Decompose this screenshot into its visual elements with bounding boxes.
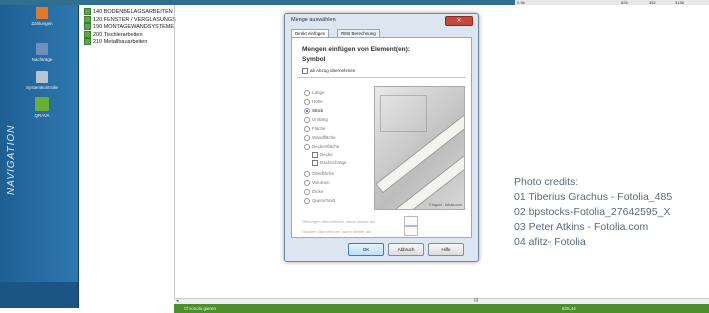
option-ceiling[interactable]: Decke [304, 152, 333, 158]
niches-threshold-input[interactable] [404, 226, 418, 236]
top-cell: 3136 [675, 0, 684, 5]
system-check-icon [36, 71, 48, 83]
top-cell: 352 [649, 0, 656, 5]
option-ceiling-area[interactable]: Deckenfläche [304, 144, 339, 150]
option-surface[interactable]: Oberfläche [304, 171, 334, 177]
navigation-title: NAVIGATION [6, 124, 17, 195]
radio[interactable] [304, 171, 310, 177]
checkbox[interactable] [312, 152, 318, 158]
status-left-text: Chronolo gieren [184, 306, 217, 311]
nav-item-system-check[interactable]: Systemkontrolle [20, 71, 64, 90]
folder-icon [84, 38, 91, 46]
tree-item[interactable]: 190 MONTAGEWANDSYSTEME [84, 23, 176, 31]
nav-item-label: QRAVA [34, 113, 50, 118]
option-perimeter[interactable]: Umfang [304, 117, 328, 123]
close-button[interactable]: ✕ [445, 16, 473, 26]
top-cell: 2.36 [517, 0, 525, 5]
folder-icon [84, 8, 91, 15]
nav-item-payments[interactable]: Zahlungen [20, 7, 64, 26]
radio[interactable] [304, 126, 310, 132]
top-cell: 525 [621, 0, 628, 5]
folder-icon [84, 15, 91, 23]
dialog-title: Menge auswählen [291, 17, 336, 23]
checkbox-label: ab Abzug übernehmen [310, 68, 356, 74]
ok-button[interactable]: OK [348, 243, 384, 256]
radio[interactable] [304, 135, 310, 141]
credit-line: 04 afitz- Fotolia [514, 236, 586, 248]
payments-icon [36, 7, 48, 19]
folding-ruler-photo: © fagcm - fotolia.com [374, 86, 465, 210]
deduction-checkbox-row[interactable]: ab Abzug übernehmen [302, 68, 355, 74]
radio[interactable] [304, 117, 310, 123]
navigation-sidebar: Zahlungen Nachträge Systemkontrolle QRAV… [0, 5, 79, 308]
top-table-strip: 2.36 525 352 3136 [0, 0, 709, 5]
tree-item[interactable]: 210 Metallbauarbeiten [84, 38, 176, 46]
status-right-value: 828,44 [562, 306, 576, 311]
credit-line: 03 Peter Atkins - Fotolia.com [514, 221, 649, 233]
status-bar: Chronolo gieren 828,44 [174, 304, 709, 313]
close-icon: ✕ [456, 18, 462, 24]
folder-icon [84, 30, 91, 38]
dialog-panel: Mengen einfügen von Element(en): Symbol … [291, 37, 472, 238]
nav-item-qrava[interactable]: QRAVA [20, 97, 64, 118]
tree-item[interactable]: 200 Tischlerarbeiten [84, 30, 176, 39]
panel-heading: Mengen einfügen von Element(en): [302, 46, 410, 53]
openings-threshold-input[interactable] [404, 216, 418, 226]
option-height[interactable]: Höhe [304, 99, 323, 105]
radio[interactable] [304, 144, 310, 150]
radio-selected[interactable] [304, 108, 310, 114]
tree-item[interactable]: 140 BODENBELAGSARBEITEN [84, 8, 176, 16]
deduction-checkbox[interactable] [302, 68, 308, 74]
navigation-footer [0, 282, 78, 308]
panel-subheading: Symbol [302, 56, 326, 63]
credit-line: 01 Tiberius Grachus - Fotolia_485 [514, 191, 673, 203]
folder-icon [84, 23, 91, 31]
addendum-icon [36, 43, 48, 55]
openings-threshold-label: Öffnungen übernehmen, wenn kleiner als [302, 219, 376, 224]
option-wall-area[interactable]: Wandfläche [304, 135, 336, 141]
cancel-button[interactable]: Abbruch [388, 243, 424, 256]
option-thickness[interactable]: Dicke [304, 189, 323, 195]
qrava-icon [35, 97, 49, 111]
checkbox[interactable] [312, 160, 318, 166]
credits-heading: Photo credits: [514, 176, 579, 188]
option-cross-section[interactable]: Querschnitt [304, 198, 335, 204]
category-tree: 140 BODENBELAGSARBEITEN 120 FENSTER / VE… [84, 8, 176, 46]
niches-threshold-label: Nischen übernehmen, wenn kleiner als [302, 229, 371, 234]
radio[interactable] [304, 198, 310, 204]
pane-divider[interactable] [174, 5, 175, 298]
option-area[interactable]: Fläche [304, 126, 326, 132]
radio[interactable] [304, 99, 310, 105]
help-button[interactable]: Hilfe [428, 243, 464, 256]
radio[interactable] [304, 180, 310, 186]
credit-line: 02 bpstocks-Fotolia_27642595_X [514, 206, 671, 218]
option-length[interactable]: Länge [304, 90, 325, 96]
top-table-cells: 2.36 525 352 3136 [515, 0, 709, 5]
photo-caption: © fagcm - fotolia.com [428, 203, 462, 207]
nav-item-label: Systemkontrolle [25, 85, 58, 90]
radio[interactable] [304, 189, 310, 195]
option-piece[interactable]: Stück [304, 108, 323, 114]
quantity-dialog: Menge auswählen ✕ Direkt einfügen REB Be… [284, 13, 479, 262]
nav-item-addendum[interactable]: Nachträge [20, 43, 64, 62]
option-volume[interactable]: Volumen [304, 180, 330, 186]
divider [297, 77, 466, 78]
option-roof-slope[interactable]: Dachschräge [304, 160, 347, 166]
tree-item[interactable]: 120 FENSTER / VERGLASUNGS [84, 15, 176, 24]
photo-credits: Photo credits: 01 Tiberius Grachus - Fot… [514, 175, 709, 250]
nav-item-label: Nachträge [31, 57, 53, 62]
nav-item-label: Zahlungen [31, 21, 53, 26]
radio[interactable] [304, 90, 310, 96]
